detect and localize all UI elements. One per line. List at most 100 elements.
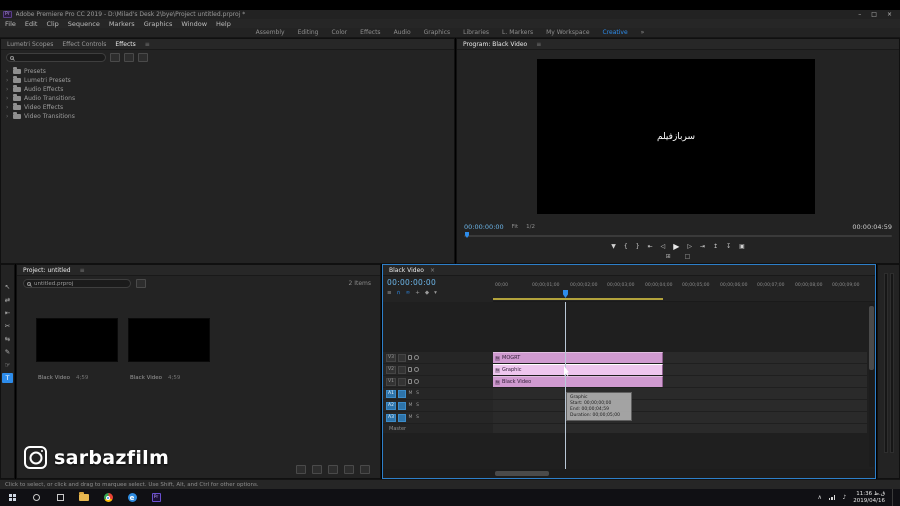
workspace-graphics[interactable]: Graphics [424, 29, 451, 36]
tab-lumetri-scopes[interactable]: Lumetri Scopes [7, 41, 53, 48]
find-icon[interactable] [312, 465, 322, 474]
track-output-eye-icon[interactable] [414, 355, 419, 360]
workspace-assembly[interactable]: Assembly [256, 29, 285, 36]
timeline-settings-icon[interactable]: ◆ [425, 290, 429, 296]
timeline-playhead-line[interactable] [565, 302, 566, 469]
menu-clip[interactable]: Clip [46, 20, 58, 28]
linked-selection-icon[interactable]: ∞ [406, 290, 411, 296]
clip-thumbnail[interactable] [36, 318, 118, 362]
taskbar-search-button[interactable] [24, 489, 48, 506]
menu-window[interactable]: Window [181, 20, 207, 28]
workspace-creative-active[interactable]: Creative [603, 29, 628, 36]
track-target-toggle[interactable]: A2 [386, 401, 396, 410]
menu-sequence[interactable]: Sequence [68, 20, 100, 28]
go-to-out-icon[interactable]: ⇥ [700, 243, 705, 250]
add-marker-icon[interactable]: + [415, 290, 420, 296]
extract-icon[interactable]: ↧ [726, 243, 731, 250]
track-target-toggle[interactable]: A3 [386, 413, 396, 422]
close-button[interactable]: × [887, 11, 892, 18]
effects-bin-lumetri-presets[interactable]: › Lumetri Presets [6, 75, 454, 84]
track-lock-icon[interactable] [408, 379, 412, 384]
type-tool[interactable]: T [2, 373, 13, 383]
clip-label[interactable]: Black Video 4;59 [130, 375, 180, 381]
source-patch-toggle[interactable] [398, 413, 406, 422]
program-current-timecode[interactable]: 00:00:00:00 [464, 223, 504, 231]
sync-lock-toggle[interactable] [398, 377, 406, 386]
comparison-view-icon[interactable]: ⊞ [666, 253, 671, 263]
export-frame-icon[interactable]: ▣ [739, 243, 745, 250]
workspace-l-markers[interactable]: L. Markers [502, 29, 533, 36]
timeline-more-icon[interactable]: ▾ [434, 290, 437, 296]
workspace-libraries[interactable]: Libraries [463, 29, 489, 36]
timeline-vertical-scrollbar[interactable] [869, 304, 874, 467]
workspace-overflow-chevron[interactable]: » [641, 29, 645, 36]
lift-icon[interactable]: ↥ [713, 243, 718, 250]
pen-tool[interactable]: ✎ [2, 347, 13, 357]
track-a1-lane[interactable] [493, 388, 867, 399]
tray-chevron-icon[interactable]: ∧ [818, 494, 822, 501]
tab-program-monitor[interactable]: Program: Black Video [463, 41, 527, 48]
timeline-menu-icon[interactable]: ≡ [387, 290, 392, 296]
tab-effect-controls[interactable]: Effect Controls [62, 41, 106, 48]
track-output-eye-icon[interactable] [414, 379, 419, 384]
delete-icon[interactable] [360, 465, 370, 474]
tab-project[interactable]: Project: untitled [23, 267, 71, 274]
track-a3-lane[interactable] [493, 412, 867, 423]
track-output-eye-icon[interactable] [414, 367, 419, 372]
track-a2-lane[interactable] [493, 400, 867, 411]
solo-toggle[interactable]: S [415, 403, 420, 408]
chevron-right-icon[interactable]: › [6, 77, 10, 84]
program-scrubber[interactable] [464, 232, 892, 239]
timeline-clip-graphic-selected[interactable]: fx Graphic [493, 364, 663, 375]
timeline-clip-black-video[interactable]: fx Black Video [493, 376, 663, 387]
menu-edit[interactable]: Edit [25, 20, 38, 28]
project-search-input[interactable]: untitled.prproj [23, 279, 131, 288]
program-video-frame[interactable]: سربازفیلم [537, 59, 815, 214]
playback-resolution-select[interactable]: 1/2 [526, 224, 535, 230]
timeline-horizontal-scrollbar[interactable] [383, 469, 875, 478]
solo-toggle[interactable]: S [415, 391, 420, 396]
track-v3-lane[interactable]: fx MOGRT [493, 352, 867, 363]
selection-tool[interactable]: ↖ [2, 282, 13, 292]
track-v2-lane[interactable]: fx Graphic [493, 364, 867, 375]
go-to-in-icon[interactable]: ⇤ [648, 243, 653, 250]
timeline-ruler[interactable]: 00;00 00;00;01;00 00;00;02;00 00;00;03;0… [493, 276, 875, 302]
step-back-icon[interactable]: ◁ [661, 243, 666, 250]
track-v1-lane[interactable]: fx Black Video [493, 376, 867, 387]
effects-search-input[interactable] [6, 53, 106, 62]
sync-lock-toggle[interactable] [398, 353, 406, 362]
track-lock-icon[interactable] [408, 355, 412, 360]
panel-menu-icon[interactable]: ≡ [145, 41, 150, 48]
ripple-edit-tool[interactable]: ⇤ [2, 308, 13, 318]
show-desktop-button[interactable] [892, 489, 896, 506]
yuv-effects-badge[interactable] [138, 53, 148, 62]
effects-bin-presets[interactable]: › Presets [6, 66, 454, 75]
automate-to-sequence-icon[interactable] [296, 465, 306, 474]
track-target-toggle[interactable]: V2 [386, 365, 396, 374]
solo-toggle[interactable]: S [415, 415, 420, 420]
chevron-right-icon[interactable]: › [6, 86, 10, 93]
mute-toggle[interactable]: M [408, 391, 413, 396]
snap-icon[interactable]: ∩ [397, 290, 401, 296]
chevron-right-icon[interactable]: › [6, 68, 10, 75]
tab-sequence-black-video[interactable]: Black Video [389, 267, 424, 274]
sync-lock-toggle[interactable] [398, 365, 406, 374]
mute-toggle[interactable]: M [408, 415, 413, 420]
chrome-button[interactable] [96, 489, 120, 506]
32bit-effects-badge[interactable] [124, 53, 134, 62]
track-target-toggle[interactable]: V3 [386, 353, 396, 362]
track-lock-icon[interactable] [408, 367, 412, 372]
search-bin-icon[interactable] [136, 279, 146, 288]
chevron-right-icon[interactable]: › [6, 113, 10, 120]
maximize-button[interactable]: □ [871, 11, 877, 18]
slip-tool[interactable]: ⇆ [2, 334, 13, 344]
play-button[interactable]: ▶ [673, 242, 679, 251]
chevron-right-icon[interactable]: › [6, 104, 10, 111]
taskbar-clock[interactable]: 11:36 ق.ظ 2019/04/16 [853, 491, 885, 504]
clip-label[interactable]: Black Video 4;59 [38, 375, 88, 381]
task-view-button[interactable] [48, 489, 72, 506]
tab-effects[interactable]: Effects [115, 41, 135, 48]
close-icon[interactable]: × [430, 267, 435, 274]
add-marker-icon[interactable]: ▼ [611, 243, 616, 250]
timeline-clip-mogrt[interactable]: fx MOGRT [493, 352, 663, 363]
